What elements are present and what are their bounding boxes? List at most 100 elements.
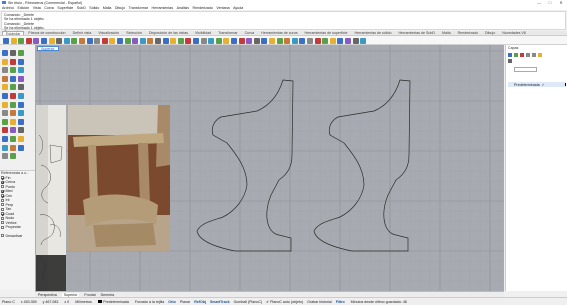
left-tool-icon[interactable]: [10, 118, 16, 125]
toolbar-tool-icon[interactable]: [124, 37, 131, 44]
menu-item[interactable]: Archivo: [2, 6, 14, 10]
toolbar-tool-icon[interactable]: [223, 37, 230, 44]
toolbar-tool-icon[interactable]: [322, 37, 329, 44]
toolbar-tool-icon[interactable]: [63, 37, 70, 44]
toolbar-tool-icon[interactable]: [33, 37, 40, 44]
osnap-checkbox[interactable]: [1, 216, 4, 220]
left-tool-icon[interactable]: [2, 127, 8, 134]
menu-item[interactable]: Edición: [17, 6, 29, 10]
menu-item[interactable]: Vista: [33, 6, 41, 10]
menu-item[interactable]: Transformar: [129, 6, 148, 10]
osnap-checkbox[interactable]: [1, 180, 4, 184]
toolbar-tab[interactable]: Visualización: [95, 31, 122, 36]
left-tool-icon[interactable]: [2, 67, 8, 74]
viewport-tab[interactable]: Perspectiva: [38, 293, 57, 297]
layer-tools-icon[interactable]: [508, 59, 512, 63]
toolbar-tool-icon[interactable]: [299, 37, 306, 44]
menu-item[interactable]: Herramientas: [152, 6, 174, 10]
filter-icon[interactable]: [538, 53, 542, 57]
toolbar-tool-icon[interactable]: [25, 37, 32, 44]
modeling-aid-toggle[interactable]: Filtro: [336, 300, 345, 304]
toolbar-tool-icon[interactable]: [41, 37, 47, 44]
toolbar-tool-icon[interactable]: [200, 37, 207, 44]
osnap-checkbox[interactable]: [1, 198, 4, 202]
menu-item[interactable]: Superficie: [57, 6, 73, 10]
left-tool-icon[interactable]: [10, 153, 16, 160]
left-tool-icon[interactable]: [18, 110, 24, 117]
toolbar-tool-icon[interactable]: [208, 37, 215, 44]
toolbar-tab[interactable]: Herramientas de superficie: [302, 31, 351, 36]
left-tool-icon[interactable]: [18, 84, 24, 91]
osnap-checkbox[interactable]: [1, 203, 4, 207]
left-tool-icon[interactable]: [18, 75, 24, 82]
toolbar-tool-icon[interactable]: [177, 37, 184, 44]
left-tool-icon[interactable]: [18, 67, 24, 74]
osnap-disable-checkbox[interactable]: [1, 234, 4, 238]
toolbar-tab[interactable]: Novedades V8: [499, 31, 529, 36]
osnap-checkbox[interactable]: [1, 207, 4, 211]
left-tool-icon[interactable]: [18, 93, 24, 99]
left-tool-icon[interactable]: [2, 110, 8, 117]
modeling-aid-toggle[interactable]: RefObj: [194, 300, 206, 304]
toolbar-tool-icon[interactable]: [79, 37, 85, 44]
viewport-tab[interactable]: Frontal: [84, 293, 95, 297]
left-tool-icon[interactable]: [18, 118, 24, 125]
toolbar-tab[interactable]: Herramientas de SubD: [395, 31, 438, 36]
chair-profile-curve-left[interactable]: [196, 79, 294, 252]
left-tool-icon[interactable]: [2, 136, 8, 142]
viewport-top[interactable]: [35, 45, 504, 291]
left-tool-icon[interactable]: [2, 84, 8, 91]
layer-color-swatch[interactable]: [564, 83, 566, 86]
toolbar-tool-icon[interactable]: [284, 37, 291, 44]
modeling-aid-toggle[interactable]: Orto: [168, 300, 176, 304]
toolbar-tool-icon[interactable]: [314, 37, 321, 44]
left-tool-icon[interactable]: [10, 144, 16, 151]
toolbar-tool-icon[interactable]: [155, 37, 161, 44]
modeling-aid-toggle[interactable]: Forzado a la rejilla: [135, 300, 164, 304]
toolbar-tool-icon[interactable]: [94, 37, 101, 44]
left-tool-icon[interactable]: [2, 93, 8, 99]
left-tool-icon[interactable]: [2, 58, 8, 65]
toolbar-tool-icon[interactable]: [276, 37, 283, 44]
left-tool-icon[interactable]: [2, 50, 8, 56]
left-tool-icon[interactable]: [10, 50, 16, 56]
left-tool-icon[interactable]: [18, 144, 24, 151]
left-tool-icon[interactable]: [10, 110, 16, 117]
toolbar-tool-icon[interactable]: [307, 37, 313, 44]
toolbar-tool-icon[interactable]: [246, 37, 253, 44]
osnap-disable-option[interactable]: Desactivar: [1, 234, 35, 239]
delete-layer-icon[interactable]: [520, 53, 524, 57]
toolbar-tool-icon[interactable]: [117, 37, 123, 44]
osnap-checkbox[interactable]: [1, 185, 4, 189]
toolbar-tab[interactable]: Estándar: [2, 30, 25, 36]
toolbar-tool-icon[interactable]: [170, 37, 177, 44]
left-tool-icon[interactable]: [2, 101, 8, 108]
viewport-title-tab[interactable]: Superior: [37, 46, 59, 51]
osnap-checkbox[interactable]: [1, 176, 4, 180]
menu-item[interactable]: Renderizado: [193, 6, 213, 10]
toolbar-tool-icon[interactable]: [48, 37, 55, 44]
toolbar-tab[interactable]: Malla: [439, 31, 454, 36]
toolbar-tool-icon[interactable]: [132, 37, 139, 44]
toolbar-tab[interactable]: Dibujo: [482, 31, 498, 36]
layer-search-input[interactable]: [514, 67, 537, 72]
left-tool-icon[interactable]: [18, 58, 24, 65]
toolbar-tool-icon[interactable]: [238, 37, 245, 44]
modeling-aid-toggle[interactable]: ✔ PlanoC auto (objeto): [266, 300, 303, 304]
toolbar-tab[interactable]: Herramientas de sólido: [351, 31, 394, 36]
toolbar-tool-icon[interactable]: [101, 37, 108, 44]
left-tool-icon[interactable]: [10, 58, 16, 65]
left-tool-icon[interactable]: [10, 127, 16, 134]
toolbar-tool-icon[interactable]: [352, 37, 359, 44]
menu-item[interactable]: Análisis: [177, 6, 189, 10]
toolbar-tab[interactable]: Herramientas de curva: [258, 31, 300, 36]
toolbar-tool-icon[interactable]: [329, 37, 336, 44]
left-tool-icon[interactable]: [18, 127, 24, 134]
toolbar-tab[interactable]: Visibilidad: [192, 31, 214, 36]
menu-item[interactable]: Ventana: [216, 6, 229, 10]
current-layer-indicator[interactable]: Predeterminada: [97, 300, 129, 304]
osnap-checkbox[interactable]: [1, 212, 4, 216]
osnap-checkbox[interactable]: [1, 221, 4, 225]
menu-item[interactable]: Dibujo: [115, 6, 125, 10]
toolbar-tab[interactable]: Transformar: [215, 31, 240, 36]
